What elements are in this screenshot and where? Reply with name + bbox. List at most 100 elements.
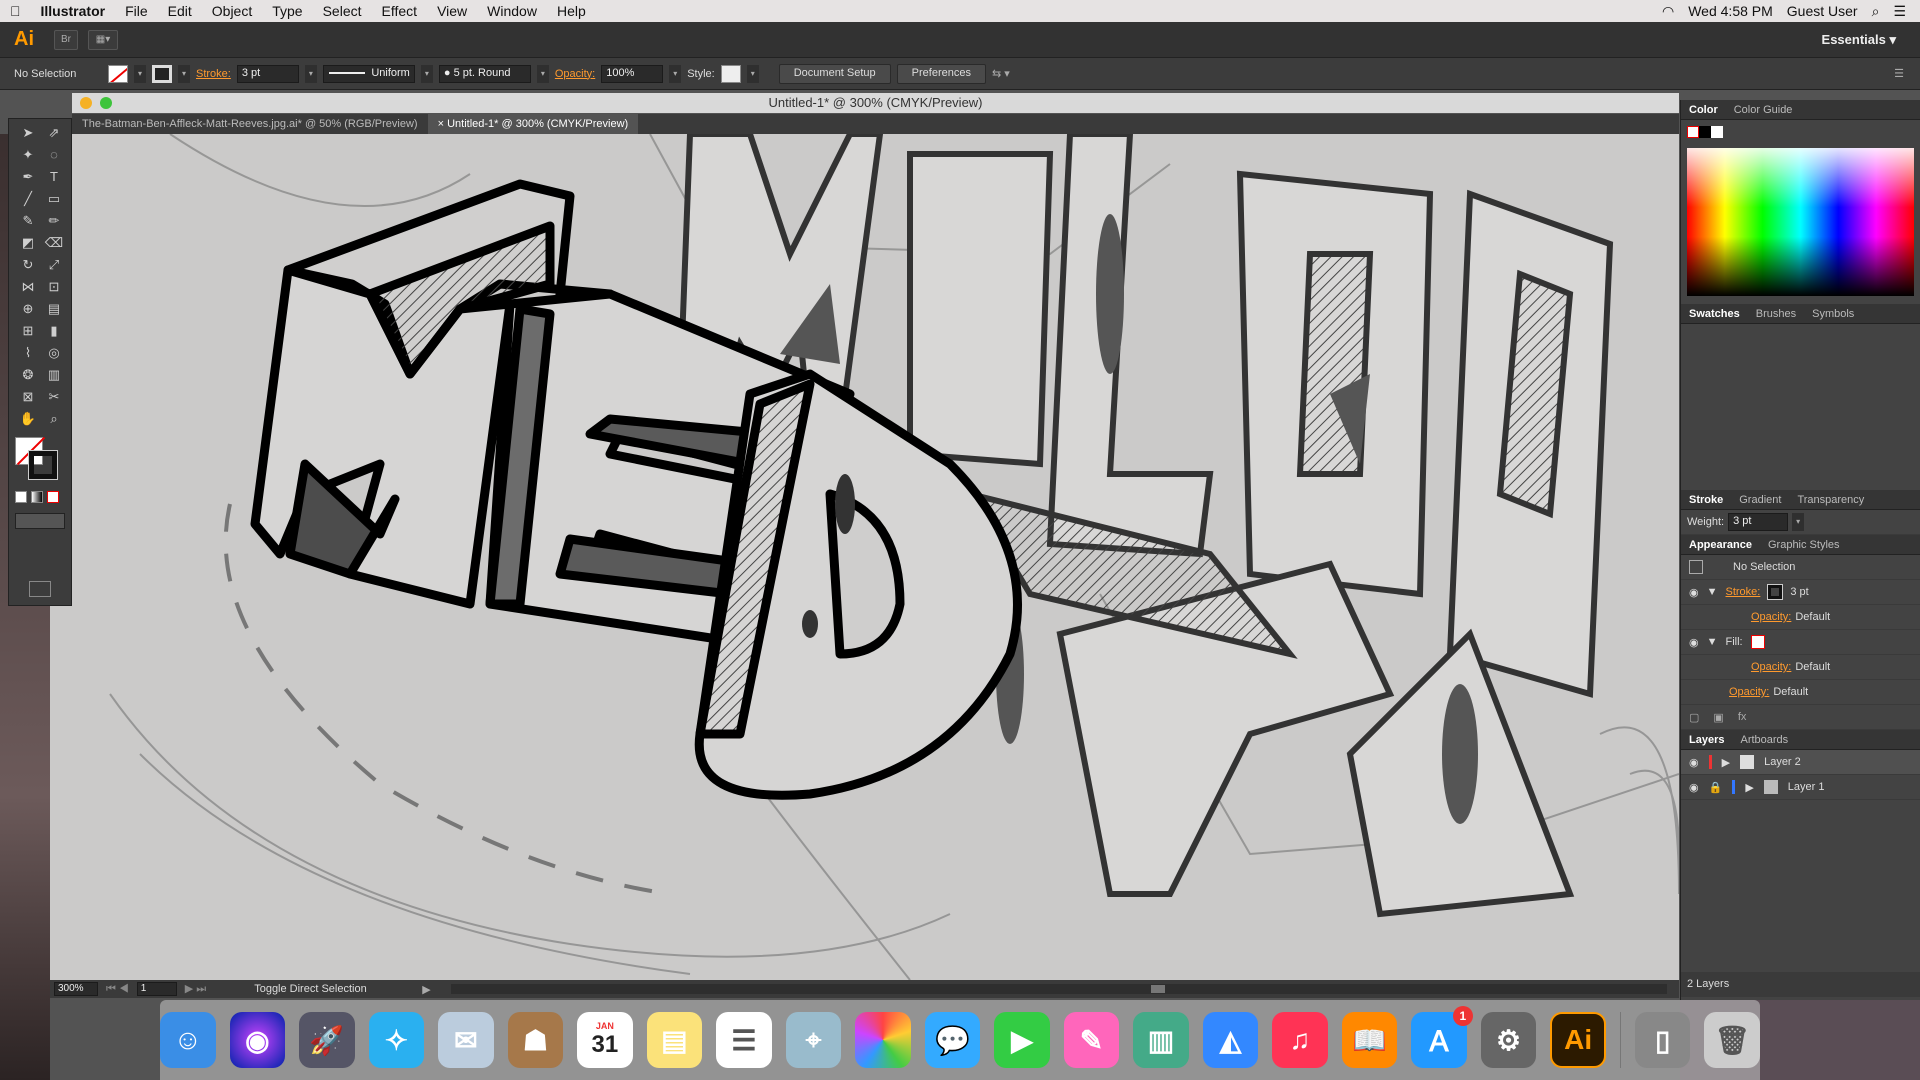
preferences-button[interactable]: Preferences [896, 63, 986, 84]
stroke-opacity-label[interactable]: Opacity: [1751, 611, 1791, 623]
appearance-stroke-opacity-row[interactable]: Opacity: Default [1681, 605, 1920, 630]
finder-icon[interactable]: ☺ [160, 1012, 216, 1068]
pencil-tool-icon[interactable]: ✏ [43, 211, 65, 231]
pen-tool-icon[interactable]: ✒ [17, 167, 39, 187]
appearance-stroke-label[interactable]: Stroke: [1726, 586, 1761, 598]
tab-close-icon[interactable]: × [438, 118, 447, 130]
layer-name[interactable]: Layer 2 [1764, 756, 1801, 768]
eye-icon[interactable]: ◉ [1689, 756, 1699, 769]
screen-mode-icon[interactable] [29, 581, 51, 597]
tab-swatches[interactable]: Swatches [1681, 308, 1748, 320]
mesh-tool-icon[interactable]: ⊞ [17, 321, 39, 341]
keynote-icon[interactable]: ◭ [1202, 1012, 1259, 1068]
menu-edit[interactable]: Edit [158, 3, 202, 19]
reminders-icon[interactable]: ☰ [716, 1012, 772, 1068]
fx-icon[interactable]: fx [1738, 711, 1747, 723]
tab-brushes[interactable]: Brushes [1748, 308, 1804, 320]
bridge-button[interactable]: Br [54, 29, 78, 50]
tab-appearance[interactable]: Appearance [1681, 539, 1760, 551]
stroke-weight-dropdown[interactable]: ▾ [304, 64, 317, 83]
safari-icon[interactable]: ✧ [368, 1012, 425, 1068]
paintbrush-tool-icon[interactable]: ✎ [17, 211, 39, 231]
menu-object[interactable]: Object [202, 3, 262, 19]
selection-tool-icon[interactable]: ➤ [17, 123, 39, 143]
tab-layers[interactable]: Layers [1681, 734, 1732, 746]
tab-stroke[interactable]: Stroke [1681, 494, 1731, 506]
prev-artboard-icons[interactable]: ⏮ ◀ [106, 983, 129, 996]
user-name[interactable]: Guest User [1787, 3, 1858, 19]
direct-selection-tool-icon[interactable]: ⇗ [43, 123, 65, 143]
color-mode-button[interactable] [15, 491, 27, 503]
weight-dropdown[interactable]: ▾ [1792, 513, 1805, 531]
stroke-weight-field[interactable]: 3 pt [236, 64, 299, 83]
zoom-tool-icon[interactable]: ⌕ [43, 409, 65, 429]
zoom-button[interactable] [100, 97, 112, 109]
mail-icon[interactable]: ✉ [438, 1012, 494, 1068]
horizontal-scrollbar[interactable] [450, 984, 1667, 994]
graph-tool-icon[interactable]: ▥ [43, 365, 65, 385]
zoom-field[interactable]: 300% [54, 982, 98, 996]
trash-icon[interactable]: 🗑 [1704, 1012, 1760, 1068]
fill-dropdown[interactable]: ▾ [134, 64, 146, 83]
add-stroke-icon[interactable]: ▢ [1689, 711, 1699, 724]
arrange-icon[interactable]: ⇆ ▾ [992, 67, 1010, 80]
line-tool-icon[interactable]: ╱ [17, 189, 39, 209]
menu-select[interactable]: Select [313, 3, 372, 19]
appearance-opacity-row[interactable]: Opacity: Default [1681, 680, 1920, 705]
opacity-dropdown[interactable]: ▾ [669, 64, 682, 83]
numbers-icon[interactable]: ▥ [1133, 1012, 1189, 1068]
expand-icon[interactable]: ▼ [1707, 586, 1718, 598]
app-menu[interactable]: Illustrator [31, 3, 116, 19]
pages-icon[interactable]: ✎ [1063, 1012, 1120, 1068]
brush-definition[interactable]: ● 5 pt. Round [438, 64, 531, 83]
rotate-tool-icon[interactable]: ↻ [17, 255, 39, 275]
scale-tool-icon[interactable]: ⤢ [43, 255, 65, 275]
menu-help[interactable]: Help [547, 3, 596, 19]
tab-symbols[interactable]: Symbols [1804, 308, 1862, 320]
eye-icon[interactable]: ◉ [1689, 636, 1699, 649]
appearance-fill-label[interactable]: Fill: [1726, 636, 1743, 648]
tab-color-guide[interactable]: Color Guide [1726, 104, 1801, 116]
illustrator-dock-icon[interactable]: Ai [1550, 1012, 1606, 1068]
stroke-swatch-small[interactable] [1767, 584, 1784, 600]
minimize-button[interactable] [80, 97, 92, 109]
variable-width-profile[interactable]: Uniform [322, 64, 415, 83]
free-transform-tool-icon[interactable]: ⊡ [43, 277, 65, 297]
ibooks-icon[interactable]: 📖 [1341, 1012, 1398, 1068]
panel-menu-icon[interactable]: ☰ [1894, 67, 1904, 80]
stroke-color-box[interactable] [28, 450, 58, 480]
tab-batman[interactable]: The-Batman-Ben-Affleck-Matt-Reeves.jpg.a… [72, 114, 428, 134]
artboard-tool-icon[interactable]: ⊠ [17, 387, 39, 407]
opacity-field[interactable]: 100% [601, 64, 664, 83]
notification-center-icon[interactable]: ☰ [1893, 3, 1906, 20]
profile-dropdown[interactable]: ▾ [420, 64, 433, 83]
fill-swatch[interactable] [108, 64, 128, 83]
layer-row[interactable]: ◉ ▶ Layer 2 [1681, 750, 1920, 775]
eye-icon[interactable]: ◉ [1689, 586, 1699, 599]
clock[interactable]: Wed 4:58 PM [1688, 3, 1773, 19]
expand-icon[interactable]: ▶ [1745, 781, 1753, 794]
slice-tool-icon[interactable]: ✂ [43, 387, 65, 407]
fill-opacity-label[interactable]: Opacity: [1751, 661, 1791, 673]
appearance-stroke-row[interactable]: ◉ ▼ Stroke: 3 pt [1681, 580, 1920, 605]
tab-transparency[interactable]: Transparency [1789, 494, 1872, 506]
stroke-swatch[interactable] [152, 64, 172, 83]
shaper-tool-icon[interactable]: ◩ [17, 233, 39, 253]
next-artboard-icons[interactable]: ▶ ⏭ [185, 982, 206, 996]
lasso-tool-icon[interactable]: ◌ [43, 145, 65, 165]
expand-icon[interactable]: ▼ [1707, 636, 1718, 648]
drawing-modes[interactable] [15, 513, 65, 529]
menu-file[interactable]: File [115, 3, 158, 19]
contacts-icon[interactable]: ☗ [507, 1012, 564, 1068]
tab-color[interactable]: Color [1681, 104, 1726, 116]
calendar-icon[interactable]: JAN 31 [577, 1012, 633, 1068]
perspective-grid-tool-icon[interactable]: ▤ [43, 299, 65, 319]
style-dropdown[interactable]: ▾ [746, 64, 759, 83]
maps-icon[interactable]: ⌖ [785, 1012, 842, 1068]
object-opacity-label[interactable]: Opacity: [1729, 686, 1769, 698]
tab-artboards[interactable]: Artboards [1732, 734, 1796, 746]
color-spectrum[interactable] [1687, 148, 1914, 296]
shape-builder-tool-icon[interactable]: ⊕ [17, 299, 39, 319]
workspace-switcher[interactable]: Essentials ▾ [1822, 32, 1896, 48]
swatch-grid[interactable] [1687, 328, 1914, 478]
